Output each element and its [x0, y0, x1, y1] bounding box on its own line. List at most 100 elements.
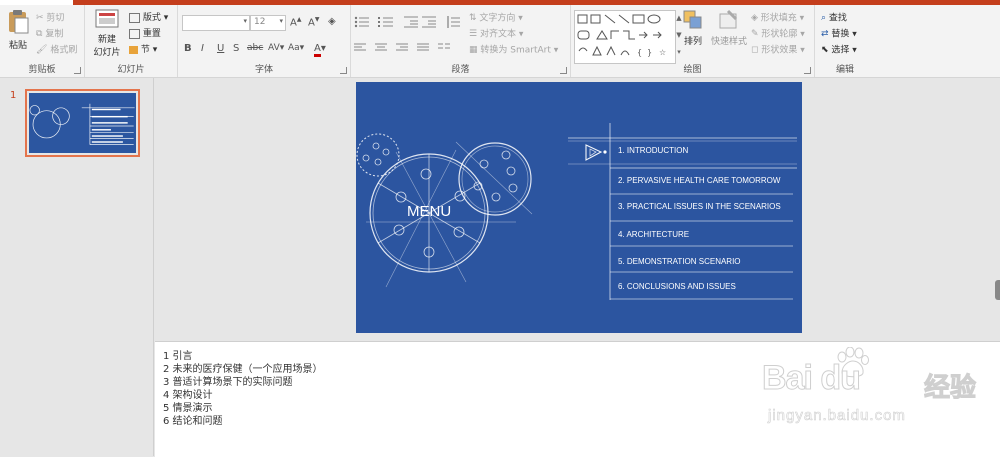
menu-item-5: 5. DEMONSTRATION SCENARIO — [618, 257, 741, 266]
grow-font-button[interactable]: A▲ — [290, 16, 301, 28]
new-slide-icon — [95, 9, 119, 28]
reset-icon — [129, 28, 140, 39]
select-label: 选择 — [831, 45, 850, 56]
arrange-button[interactable]: 排列 — [681, 9, 705, 47]
quick-styles-button[interactable]: 快速样式 — [709, 9, 749, 47]
numbering-icon[interactable] — [378, 16, 394, 28]
align-right-icon[interactable] — [395, 43, 408, 53]
layout-button[interactable]: 版式 ▾ — [129, 11, 168, 25]
quick-styles-icon — [719, 9, 738, 29]
paragraph-group-label: 段落 — [451, 65, 470, 75]
reset-label: 重置 — [142, 29, 161, 39]
paragraph-launcher-icon[interactable] — [560, 67, 567, 74]
strike-label: abc — [247, 43, 264, 53]
replace-icon: ⇄ — [821, 29, 829, 39]
replace-label: 替换 — [831, 29, 850, 40]
smartart-label: 转换为 SmartArt — [480, 45, 551, 56]
copy-icon: ⧉ — [36, 29, 43, 39]
font-name-combo[interactable]: ▾ — [182, 15, 250, 31]
slide-number: 1 — [10, 90, 17, 101]
chevron-down-icon: ▾ — [279, 17, 283, 25]
cursor-icon: ⬉ — [821, 45, 829, 55]
watermark-cn: 经验 — [923, 372, 977, 403]
align-left-icon[interactable] — [354, 43, 366, 53]
shrink-font-button[interactable]: A▼ — [308, 16, 319, 28]
shape-fill-label: 形状填充 — [760, 13, 797, 24]
format-painter-button[interactable]: 🖌 格式刷 — [36, 43, 77, 57]
align-text-label: 对齐文本 — [479, 29, 516, 40]
layout-icon — [129, 12, 140, 23]
section-icon — [129, 45, 138, 54]
font-launcher-icon[interactable] — [340, 67, 347, 74]
char-spacing-button[interactable]: AV▾ — [268, 43, 284, 53]
align-center-icon[interactable] — [374, 43, 387, 53]
paint-bucket-icon: ◈ — [751, 13, 758, 23]
grow-font-label: A — [290, 17, 297, 29]
paste-label: 粘贴 — [8, 41, 27, 51]
line-spacing-icon[interactable] — [446, 16, 460, 28]
smartart-button[interactable]: ▦ 转换为 SmartArt ▾ — [469, 43, 558, 57]
section-label: 节 — [140, 45, 150, 55]
font-size-combo[interactable]: 12 ▾ — [250, 15, 286, 31]
quick-styles-label: 快速样式 — [710, 37, 747, 47]
shadow-button[interactable]: S — [233, 43, 239, 54]
align-text-icon: ☰ — [469, 29, 478, 39]
align-text-button[interactable]: ☰ 对齐文本 ▾ — [469, 27, 523, 41]
search-icon: ⌕ — [821, 13, 827, 23]
font-group-label: 字体 — [254, 65, 273, 75]
cut-button[interactable]: ✂ 剪切 — [36, 11, 64, 25]
menu-item-4: 4. ARCHITECTURE — [618, 230, 690, 239]
shape-outline-button[interactable]: ✎ 形状轮廓 ▾ — [751, 27, 805, 41]
slide-title: MENU — [407, 203, 452, 220]
change-case-button[interactable]: Aa▾ — [288, 43, 304, 53]
menu-item-2: 2. PERVASIVE HEALTH CARE TOMORROW — [618, 176, 781, 185]
strikethrough-button[interactable]: abc — [247, 43, 263, 53]
drawing-launcher-icon[interactable] — [804, 67, 811, 74]
new-slide-label-1: 新建 — [97, 35, 116, 45]
baidu-watermark: Bai du 经验 jingyan.baidu.com — [762, 345, 992, 440]
shapes-gallery[interactable]: { } ☆ — [574, 10, 676, 64]
section-button[interactable]: 节 ▾ — [129, 43, 157, 57]
arrange-label: 排列 — [683, 37, 702, 47]
new-slide-label-2: 幻灯片 — [93, 48, 121, 58]
clipboard-group: 粘贴 ✂ 剪切 ⧉ 复制 🖌 格式刷 剪贴板 — [0, 5, 85, 77]
editing-group: ⌕ 查找 ⇄ 替换 ▾ ⬉ 选择 ▾ 编辑 — [815, 5, 875, 77]
select-button[interactable]: ⬉ 选择 ▾ — [821, 43, 857, 57]
shapes-gallery-icons: { } ☆ — [577, 14, 666, 57]
drawing-group-label: 绘图 — [683, 65, 702, 75]
font-color-button[interactable]: A▾ — [314, 43, 326, 57]
columns-icon[interactable] — [437, 43, 450, 53]
text-direction-label: 文字方向 — [479, 13, 516, 24]
reset-button[interactable]: 重置 — [129, 27, 161, 41]
copy-button[interactable]: ⧉ 复制 — [36, 27, 63, 41]
bullets-icon[interactable] — [354, 16, 370, 28]
underline-label: U — [217, 43, 225, 54]
arrange-icon — [683, 10, 702, 29]
new-slide-button[interactable]: 新建 幻灯片 — [89, 9, 125, 58]
underline-button[interactable]: U — [217, 43, 224, 54]
italic-label: I — [201, 43, 204, 54]
increase-indent-icon[interactable] — [422, 16, 436, 28]
italic-button[interactable]: I — [201, 43, 204, 54]
ribbon: 粘贴 ✂ 剪切 ⧉ 复制 🖌 格式刷 剪贴板 新建 幻灯片 版式 ▾ 重置 节 … — [0, 5, 1000, 78]
find-button[interactable]: ⌕ 查找 — [821, 11, 847, 25]
shape-effects-label: 形状效果 — [761, 45, 798, 56]
copy-label: 复制 — [45, 29, 64, 40]
clear-format-button[interactable]: ◈ — [328, 16, 336, 27]
slide-canvas[interactable]: MENU 1. INTRODUCTION 2. PERVASIVE HEALTH… — [356, 82, 802, 333]
shape-effects-button[interactable]: ◻ 形状效果 ▾ — [751, 43, 805, 57]
shape-fill-button[interactable]: ◈ 形状填充 ▾ — [751, 11, 804, 25]
justify-icon[interactable] — [416, 43, 429, 53]
menu-item-6: 6. CONCLUSIONS AND ISSUES — [618, 282, 736, 291]
replace-button[interactable]: ⇄ 替换 ▾ — [821, 27, 857, 41]
slide-thumbnail-1[interactable] — [25, 89, 140, 157]
bold-button[interactable]: B — [184, 43, 192, 54]
svg-text:☆: ☆ — [659, 48, 666, 57]
scroll-handle[interactable] — [995, 280, 1000, 300]
pen-icon: ✎ — [751, 29, 759, 39]
decrease-indent-icon[interactable] — [404, 16, 418, 28]
paste-button[interactable]: 粘贴 — [5, 9, 31, 51]
text-direction-button[interactable]: ⇅ 文字方向 ▾ — [469, 11, 523, 25]
paste-icon — [9, 10, 29, 34]
clipboard-launcher-icon[interactable] — [74, 67, 81, 74]
